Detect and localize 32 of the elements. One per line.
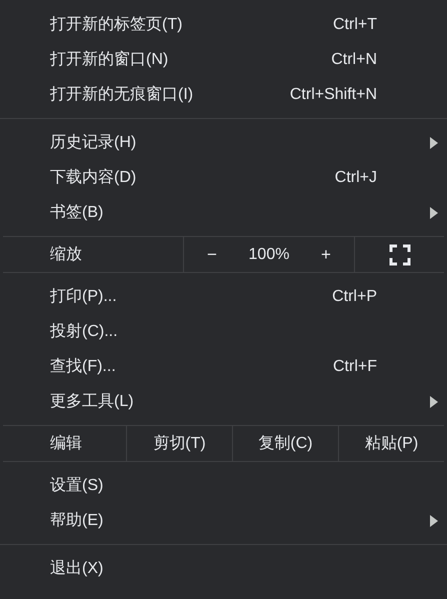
menu-item[interactable]: 打开新的窗口(N) Ctrl+N — [0, 42, 447, 77]
submenu-arrow-icon — [429, 514, 439, 526]
edit-action-button[interactable]: 复制(C) — [232, 426, 338, 461]
menu-item[interactable]: 历史记录(H) — [0, 125, 447, 160]
menu-item[interactable]: 打开新的无痕窗口(I) Ctrl+Shift+N — [0, 77, 447, 112]
menu-item[interactable]: 更多工具(L) — [0, 384, 447, 419]
menu-item[interactable]: 设置(S) — [0, 468, 447, 503]
menu-item[interactable]: 打开新的标签页(T) Ctrl+T — [0, 7, 447, 42]
submenu-arrow-icon — [429, 206, 439, 218]
menu-item[interactable]: 查找(F)... Ctrl+F — [0, 349, 447, 384]
menu-item[interactable]: 下载内容(D) Ctrl+J — [0, 160, 447, 195]
shortcut-text: Ctrl+T — [332, 16, 377, 34]
shortcut-text: Ctrl+P — [331, 288, 377, 306]
menu-item[interactable]: 退出(X) — [0, 551, 447, 586]
shortcut-text: Ctrl+N — [330, 50, 377, 68]
zoom-in-button[interactable]: + — [298, 237, 354, 272]
fullscreen-icon — [388, 244, 410, 266]
submenu-arrow-icon — [429, 396, 439, 408]
edit-label: 编辑 — [49, 434, 83, 454]
shortcut-text: Ctrl+J — [334, 168, 377, 186]
zoom-label: 缩放 — [3, 237, 184, 272]
menu-item[interactable]: 打印(P)... Ctrl+P — [0, 279, 447, 314]
zoom-out-button[interactable]: − — [184, 237, 240, 272]
menu-item[interactable]: 书签(B) — [0, 195, 447, 230]
shortcut-text: Ctrl+F — [332, 358, 377, 376]
zoom-level-text: 100% — [248, 244, 290, 264]
menu-item[interactable]: 投射(C)... — [0, 314, 447, 349]
shortcut-text: Ctrl+Shift+N — [288, 86, 377, 104]
submenu-arrow-icon — [429, 136, 439, 148]
menu-item[interactable]: 帮助(E) — [0, 503, 447, 538]
edit-action-button[interactable]: 粘贴(P) — [338, 426, 444, 461]
edit-action-button[interactable]: 剪切(T) — [126, 426, 232, 461]
